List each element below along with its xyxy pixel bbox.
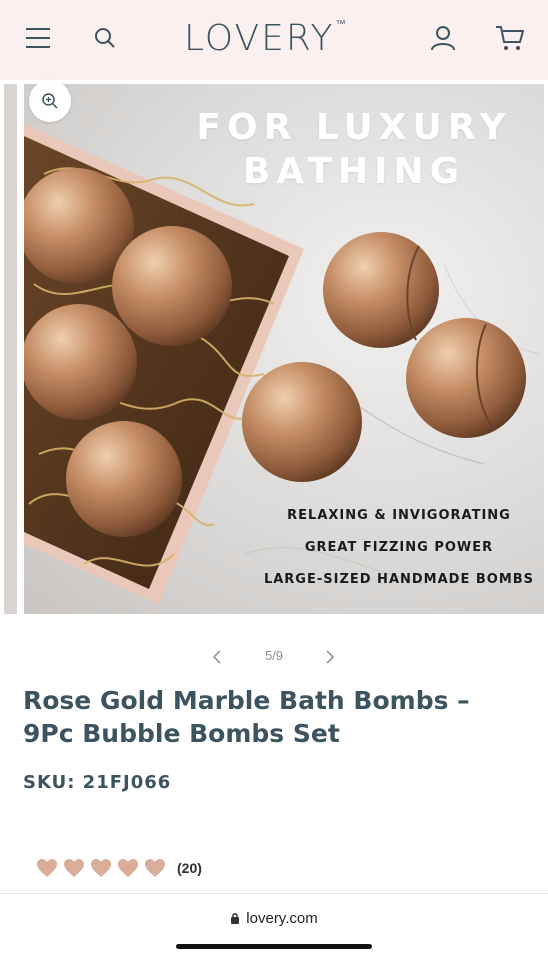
- heart-icon: [37, 859, 57, 877]
- hamburger-menu-icon: [26, 28, 50, 48]
- search-icon: [95, 28, 115, 48]
- slide-headline: FOR LUXURY BATHING: [154, 106, 544, 194]
- review-count[interactable]: (20): [177, 860, 202, 876]
- chevron-right-icon: [326, 650, 335, 664]
- headline-line-2: BATHING: [242, 151, 466, 192]
- zoom-button[interactable]: [29, 80, 71, 122]
- home-indicator[interactable]: [176, 944, 372, 949]
- product-title: Rose Gold Marble Bath Bombs – 9Pc Bubble…: [23, 686, 470, 748]
- user-icon: [431, 26, 455, 51]
- heart-icon: [145, 859, 165, 877]
- search-button[interactable]: [85, 18, 125, 58]
- product-rating[interactable]: (20): [36, 856, 202, 880]
- account-button[interactable]: [423, 18, 463, 58]
- slide-feature-list: RELAXING & INVIGORATING GREAT FIZZING PO…: [224, 500, 544, 596]
- browser-address-bar: lovery.com: [0, 893, 548, 960]
- feature-item: LARGE-SIZED HANDMADE BOMBS: [263, 572, 535, 587]
- product-sku: SKU: 21FJ066: [23, 772, 172, 793]
- brand-logo[interactable]: LOVERY ™: [184, 17, 380, 61]
- previous-image-button[interactable]: [205, 645, 229, 669]
- menu-button[interactable]: [18, 18, 58, 58]
- chevron-left-icon: [212, 650, 221, 664]
- gallery-pager: 5/9: [0, 645, 548, 669]
- url-display[interactable]: lovery.com: [0, 910, 548, 927]
- feature-item: GREAT FIZZING POWER: [304, 540, 494, 555]
- product-slide-image[interactable]: FOR LUXURY BATHING RELAXING & INVIGORATI…: [24, 84, 544, 614]
- zoom-in-icon: [42, 93, 58, 109]
- lock-icon: [231, 913, 240, 924]
- brand-name: LOVERY: [184, 18, 335, 59]
- site-header: LOVERY ™: [0, 0, 548, 80]
- heart-icon: [91, 859, 111, 877]
- product-image-gallery[interactable]: FOR LUXURY BATHING RELAXING & INVIGORATI…: [0, 80, 548, 615]
- cart-button[interactable]: [490, 18, 530, 58]
- trademark-symbol: ™: [335, 19, 346, 30]
- heart-icon: [64, 859, 84, 877]
- image-counter: 5/9: [264, 648, 284, 663]
- cart-icon: [496, 26, 524, 50]
- feature-item: RELAXING & INVIGORATING: [287, 508, 511, 523]
- previous-slide-peek: [4, 84, 17, 614]
- headline-line-1: FOR LUXURY: [196, 107, 512, 148]
- url-text: lovery.com: [246, 910, 318, 927]
- heart-icon: [118, 859, 138, 877]
- next-image-button[interactable]: [318, 645, 342, 669]
